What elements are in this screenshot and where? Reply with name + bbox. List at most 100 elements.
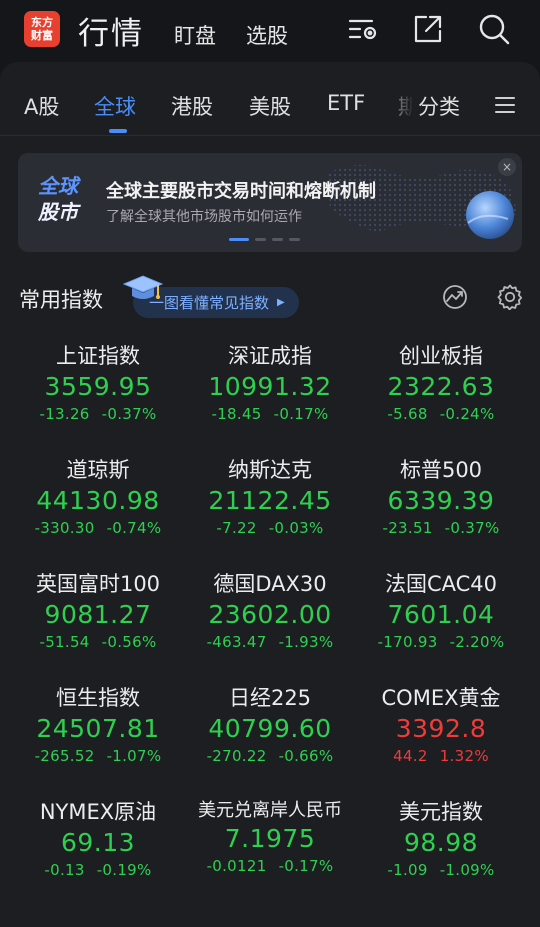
- index-change-percent: -0.56%: [101, 633, 157, 651]
- graduation-cap-icon: [122, 275, 164, 299]
- tab-etf[interactable]: ETF: [327, 91, 365, 115]
- index-name: 标普500: [399, 458, 483, 482]
- index-name: 日经225: [228, 686, 312, 710]
- index-card[interactable]: 上证指数 3559.95 -13.26 -0.37%: [13, 340, 183, 423]
- carousel-dot: [229, 238, 249, 241]
- index-change-value: -170.93: [377, 633, 438, 651]
- index-change-value: -5.68: [387, 405, 428, 423]
- index-card[interactable]: 美元指数 98.98 -1.09 -1.09%: [356, 796, 526, 879]
- index-name: 美元兑离岸人民币: [198, 800, 342, 821]
- index-price: 7.1975: [224, 824, 316, 853]
- menu-icon[interactable]: [494, 95, 516, 115]
- active-tab-indicator: [109, 129, 127, 133]
- index-price: 21122.45: [208, 486, 332, 515]
- watch-link[interactable]: 盯盘: [174, 20, 216, 50]
- tab-us[interactable]: 美股: [249, 91, 291, 121]
- index-price: 10991.32: [208, 372, 332, 401]
- carousel-dot: [289, 238, 300, 241]
- index-card[interactable]: 恒生指数 24507.81 -265.52 -1.07%: [13, 682, 183, 765]
- index-price: 23602.00: [208, 600, 332, 629]
- index-change: -265.52 -1.07%: [13, 747, 183, 765]
- index-change: 44.2 1.32%: [356, 747, 526, 765]
- index-price: 98.98: [403, 828, 479, 857]
- tab-a-shares[interactable]: A股: [24, 91, 59, 121]
- index-change: -5.68 -0.24%: [356, 405, 526, 423]
- index-name: 恒生指数: [56, 686, 140, 710]
- banner-badge: 全球 股市: [38, 173, 78, 225]
- tab-global[interactable]: 全球: [94, 91, 136, 121]
- close-icon[interactable]: ×: [498, 158, 516, 176]
- index-change-percent: -0.66%: [278, 747, 334, 765]
- index-name: NYMEX原油: [39, 800, 157, 824]
- index-price: 40799.60: [208, 714, 332, 743]
- index-change-percent: -0.37%: [101, 405, 157, 423]
- index-price: 7601.04: [387, 600, 495, 629]
- tab-category[interactable]: 分类: [418, 91, 460, 121]
- page-title: 行情: [78, 16, 144, 52]
- index-change-percent: 1.32%: [439, 747, 489, 765]
- index-change: -330.30 -0.74%: [13, 519, 183, 537]
- index-change: -51.54 -0.56%: [13, 633, 183, 651]
- tab-divider: [0, 135, 540, 136]
- search-icon[interactable]: [477, 12, 511, 46]
- index-name: 道琼斯: [66, 458, 130, 482]
- carousel-dot: [272, 238, 283, 241]
- app-logo[interactable]: 东方 财富: [24, 11, 60, 47]
- index-name: 英国富时100: [35, 572, 161, 596]
- index-change: -18.45 -0.17%: [185, 405, 355, 423]
- carousel-indicator: [229, 238, 300, 242]
- index-name: 法国CAC40: [384, 572, 498, 596]
- index-name: 深证成指: [228, 344, 312, 368]
- gear-icon[interactable]: [497, 284, 523, 310]
- index-change-value: -1.09: [387, 861, 428, 879]
- index-change-percent: -0.17%: [273, 405, 329, 423]
- index-change-value: -0.13: [44, 861, 85, 879]
- index-card[interactable]: 德国DAX30 23602.00 -463.47 -1.93%: [185, 568, 355, 651]
- index-card[interactable]: 创业板指 2322.63 -5.68 -0.24%: [356, 340, 526, 423]
- stock-picker-link[interactable]: 选股: [246, 20, 288, 50]
- index-change-value: -463.47: [206, 633, 267, 651]
- banner-subtitle: 了解全球其他市场股市如何运作: [106, 209, 302, 225]
- index-change: -463.47 -1.93%: [185, 633, 355, 651]
- index-card[interactable]: NYMEX原油 69.13 -0.13 -0.19%: [13, 796, 183, 879]
- index-card[interactable]: 道琼斯 44130.98 -330.30 -0.74%: [13, 454, 183, 537]
- index-card[interactable]: 日经225 40799.60 -270.22 -0.66%: [185, 682, 355, 765]
- list-settings-icon[interactable]: [346, 12, 380, 46]
- index-card[interactable]: 美元兑离岸人民币 7.1975 -0.0121 -0.17%: [185, 796, 355, 875]
- index-card[interactable]: 法国CAC40 7601.04 -170.93 -2.20%: [356, 568, 526, 651]
- logo-text-line1: 东方: [31, 16, 53, 29]
- index-name: 美元指数: [399, 800, 483, 824]
- index-card[interactable]: 英国富时100 9081.27 -51.54 -0.56%: [13, 568, 183, 651]
- index-change-percent: -0.24%: [439, 405, 495, 423]
- index-change-percent: -0.03%: [268, 519, 324, 537]
- index-change: -0.0121 -0.17%: [185, 857, 355, 875]
- index-price: 9081.27: [44, 600, 152, 629]
- index-name: 德国DAX30: [213, 572, 327, 596]
- banner-badge-line2: 股市: [38, 200, 78, 224]
- index-price: 44130.98: [36, 486, 160, 515]
- index-change-percent: -1.09%: [439, 861, 495, 879]
- tab-hk[interactable]: 港股: [171, 91, 213, 121]
- index-change-value: -18.45: [211, 405, 262, 423]
- tab-scroll-fade: [388, 82, 414, 126]
- index-card[interactable]: 纳斯达克 21122.45 -7.22 -0.03%: [185, 454, 355, 537]
- index-price: 3392.8: [395, 714, 487, 743]
- index-price: 2322.63: [387, 372, 495, 401]
- index-change-percent: -1.93%: [278, 633, 334, 651]
- share-icon[interactable]: [411, 12, 445, 46]
- index-change-value: -0.0121: [206, 857, 267, 875]
- market-tabs: A股 全球 港股 美股 ETF 期 分类: [0, 62, 540, 134]
- promo-banner[interactable]: 全球 股市 全球主要股市交易时间和熔断机制 了解全球其他市场股市如何运作 ×: [18, 153, 522, 252]
- top-header: 东方 财富 行情 盯盘 选股: [0, 0, 540, 60]
- index-card[interactable]: 标普500 6339.39 -23.51 -0.37%: [356, 454, 526, 537]
- index-card[interactable]: COMEX黄金 3392.8 44.2 1.32%: [356, 682, 526, 765]
- index-change-percent: -0.74%: [106, 519, 162, 537]
- index-change: -7.22 -0.03%: [185, 519, 355, 537]
- index-price: 24507.81: [36, 714, 160, 743]
- chart-view-icon[interactable]: [442, 284, 468, 310]
- index-change: -23.51 -0.37%: [356, 519, 526, 537]
- index-card[interactable]: 深证成指 10991.32 -18.45 -0.17%: [185, 340, 355, 423]
- index-change-value: -7.22: [216, 519, 257, 537]
- index-name: 创业板指: [399, 344, 483, 368]
- logo-text-line2: 财富: [31, 29, 53, 42]
